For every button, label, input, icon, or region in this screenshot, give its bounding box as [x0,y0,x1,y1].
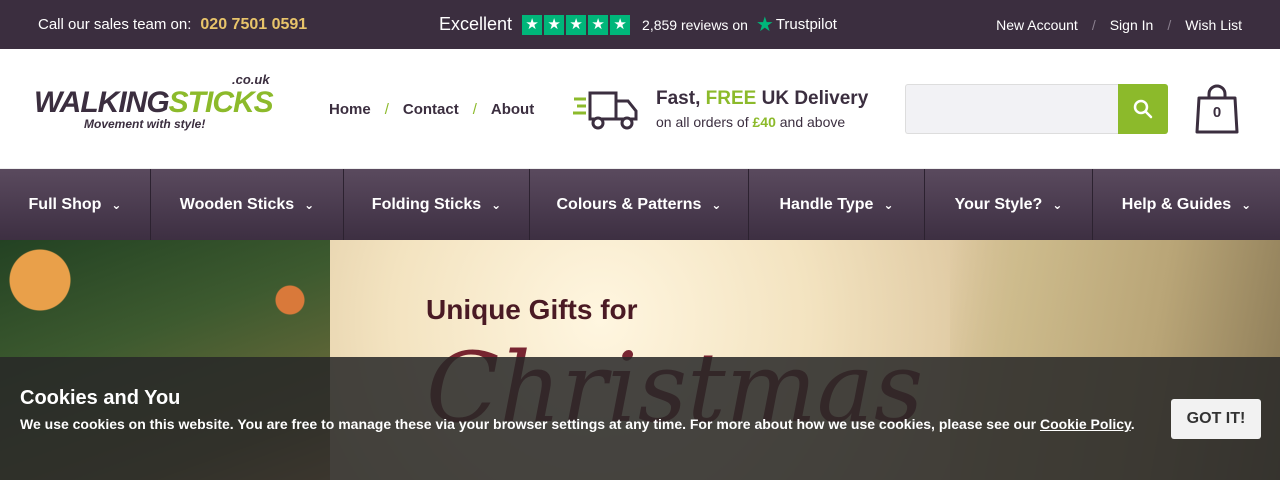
delivery-text: Fast, FREE UK Delivery on all orders of … [656,88,868,130]
delivery-condition-post: and above [779,114,846,130]
logo-sticks: STICKS [168,86,274,119]
cart-button[interactable]: 0 [1195,84,1239,134]
wish-list-link[interactable]: Wish List [1185,17,1242,33]
category-help-guides[interactable]: Help & Guides ⌄ [1093,169,1280,240]
chevron-down-icon: ⌄ [1241,197,1252,212]
search-icon [1133,99,1153,119]
cart-count: 0 [1212,104,1222,121]
category-full-shop[interactable]: Full Shop ⌄ [0,169,151,240]
nav-about[interactable]: About [491,101,534,118]
category-label: Handle Type [779,195,874,213]
rating-word: Excellent [439,14,513,34]
cookie-banner: Cookies and You We use cookies on this w… [0,357,1280,480]
category-colours-patterns[interactable]: Colours & Patterns ⌄ [530,169,749,240]
link-separator: / [1091,16,1096,33]
search-input[interactable] [905,84,1118,134]
star-icon: ★ [610,14,631,35]
search-form [905,84,1168,134]
category-wooden-sticks[interactable]: Wooden Sticks ⌄ [151,169,344,240]
category-your-style[interactable]: Your Style? ⌄ [925,169,1093,240]
star-icon: ★ [566,14,587,35]
sign-in-link[interactable]: Sign In [1110,17,1154,33]
category-label: Full Shop [28,195,102,213]
nav-separator: / [384,101,389,118]
delivery-condition: on all orders of £40 and above [656,114,868,130]
delivery-banner: Fast, FREE UK Delivery on all orders of … [572,85,868,133]
truck-icon [573,91,638,130]
site-header: .co.uk WALKINGSTICKS Movement with style… [0,49,1280,169]
chevron-down-icon: ⌄ [111,197,122,212]
delivery-condition-pre: on all orders of [656,114,749,130]
trustpilot-name: Trustpilot [775,16,837,33]
logo-walking: WALKING [34,86,170,119]
chevron-down-icon: ⌄ [883,197,894,212]
logo-domain: .co.uk [232,72,270,87]
category-nav: Full Shop ⌄ Wooden Sticks ⌄ Folding Sticks… [0,169,1280,240]
chevron-down-icon: ⌄ [1052,197,1063,212]
chevron-down-icon: ⌄ [304,197,315,212]
delivery-free: FREE [705,88,757,109]
delivery-amount: £40 [752,114,776,130]
search-button[interactable] [1118,84,1168,134]
cookie-end: . [1130,416,1135,432]
nav-home[interactable]: Home [329,101,371,118]
hero-heading: Unique Gifts for [426,294,638,325]
chevron-down-icon: ⌄ [711,197,722,212]
trustpilot-widget[interactable]: Excellent ★ ★ ★ ★ ★ 2,859 reviews on ★ T… [439,0,837,49]
delivery-uk: UK Delivery [761,88,869,109]
reviews-count: 2,859 reviews on [642,16,748,33]
category-label: Help & Guides [1121,195,1232,213]
category-label: Colours & Patterns [556,195,702,213]
account-links: New Account / Sign In / Wish List [996,0,1242,49]
nav-contact[interactable]: Contact [403,101,459,118]
delivery-fast: Fast, [656,88,701,109]
sales-call-info: Call our sales team on: 020 7501 0591 [38,0,307,49]
category-label: Folding Sticks [371,195,482,213]
rating-stars: ★ ★ ★ ★ ★ [522,14,631,35]
new-account-link[interactable]: New Account [996,17,1078,33]
category-handle-type[interactable]: Handle Type ⌄ [749,169,925,240]
category-label: Wooden Sticks [179,195,295,213]
logo-wordmark: WALKINGSTICKS [34,86,274,120]
trustpilot-logo: ★ Trustpilot [756,12,837,37]
cookie-body: We use cookies on this website. You are … [20,416,1037,432]
link-separator: / [1167,16,1172,33]
main-nav: Home / Contact / About [329,101,534,118]
star-icon: ★ [544,14,565,35]
star-icon: ★ [522,14,543,35]
category-folding-sticks[interactable]: Folding Sticks ⌄ [344,169,530,240]
cookie-accept-button[interactable]: GOT IT! [1171,399,1261,439]
chevron-down-icon: ⌄ [491,197,502,212]
delivery-headline: Fast, FREE UK Delivery [656,88,868,110]
cookie-title: Cookies and You [20,387,181,409]
sales-phone-link[interactable]: 020 7501 0591 [200,16,307,34]
nav-separator: / [472,101,477,118]
site-logo[interactable]: .co.uk WALKINGSTICKS Movement with style… [34,72,284,138]
cookie-text: We use cookies on this website. You are … [20,416,1140,433]
logo-tagline: Movement with style! [84,117,206,131]
category-label: Your Style? [954,195,1043,213]
top-bar: Call our sales team on: 020 7501 0591 Ex… [0,0,1280,49]
trustpilot-star-icon: ★ [755,14,774,36]
cookie-policy-link[interactable]: Cookie Policy [1040,416,1131,432]
call-label: Call our sales team on: [38,16,192,33]
star-icon: ★ [588,14,609,35]
